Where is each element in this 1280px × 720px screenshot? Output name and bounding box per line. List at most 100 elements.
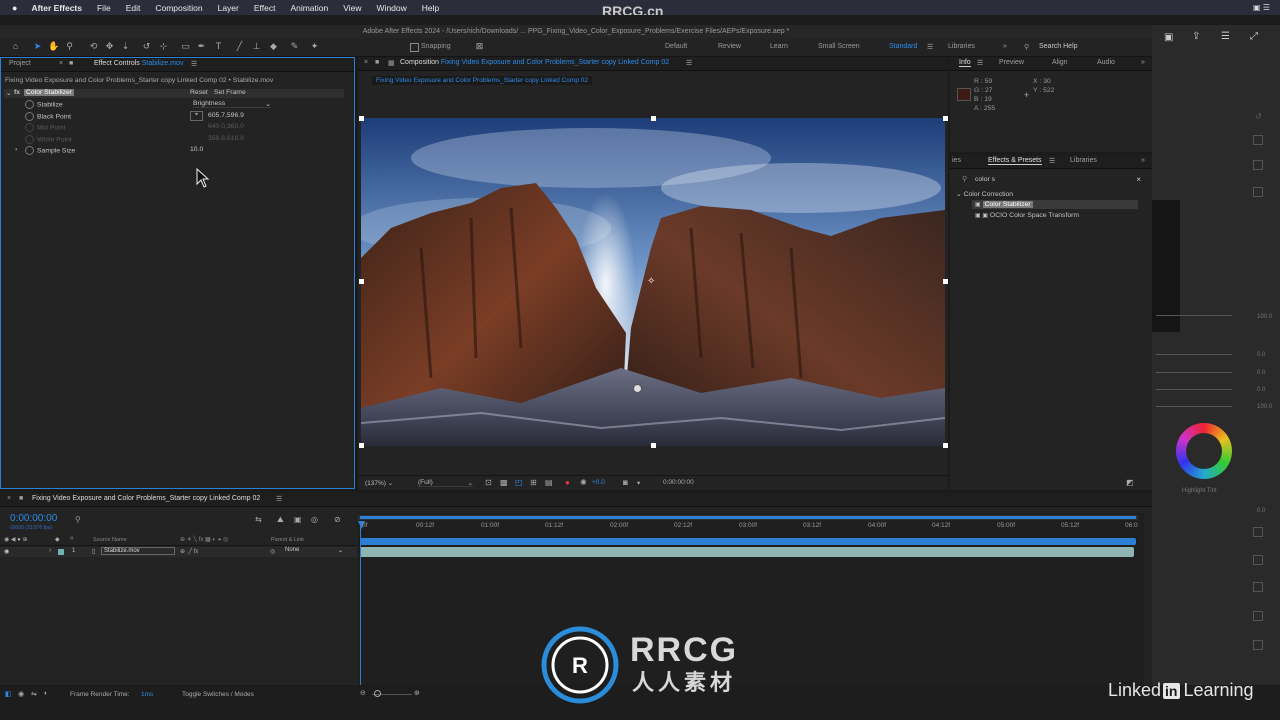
color-wheel[interactable] xyxy=(1176,423,1232,479)
new-folder-icon[interactable]: ◩ xyxy=(1126,478,1134,487)
zoom-out-icon[interactable]: ⊖ xyxy=(360,689,366,697)
workspace-review[interactable]: Review xyxy=(718,43,741,50)
apple-icon[interactable]: ● xyxy=(12,3,17,13)
roto-brush-icon[interactable]: ✎ xyxy=(289,41,300,52)
checkbox[interactable] xyxy=(1253,187,1263,197)
stopwatch-icon[interactable] xyxy=(25,146,34,155)
menu-file[interactable]: File xyxy=(97,3,111,13)
expand-arrow-icon[interactable]: › xyxy=(49,547,51,554)
search-help-input[interactable]: Search Help xyxy=(1039,43,1078,50)
stabilize-dropdown[interactable]: Brightness ⌄ xyxy=(193,100,271,108)
transform-handle[interactable] xyxy=(943,443,948,448)
workspace-default[interactable]: Default xyxy=(665,43,687,50)
close-icon[interactable]: × xyxy=(59,60,63,67)
current-time-display[interactable]: 0:00:00:00 xyxy=(10,513,57,524)
viewer-timecode[interactable]: 0:00:00:00 xyxy=(663,479,694,486)
workspace-small-screen[interactable]: Small Screen xyxy=(818,43,860,50)
work-area-range[interactable] xyxy=(358,538,1138,545)
zoom-slider-thumb[interactable] xyxy=(374,690,381,697)
workspace-standard[interactable]: Standard xyxy=(889,43,917,50)
eraser-icon[interactable]: ◆ xyxy=(268,41,279,52)
sample-size-value[interactable]: 10.0 xyxy=(190,146,203,153)
rotate-tool-icon[interactable]: ↺ xyxy=(141,41,152,52)
stopwatch-icon[interactable] xyxy=(25,112,34,121)
dolly-tool-icon[interactable]: ⇣ xyxy=(120,41,131,52)
color-channels-icon[interactable]: ● xyxy=(565,478,570,487)
share-icon[interactable]: ⇪ xyxy=(1192,31,1200,42)
exposure-value[interactable]: +0.0 xyxy=(592,479,605,486)
menu-view[interactable]: View xyxy=(343,3,361,13)
home-icon[interactable]: ⌂ xyxy=(10,41,21,52)
transform-handle[interactable] xyxy=(943,279,948,284)
effects-search-input[interactable]: color s xyxy=(975,176,995,183)
parent-dropdown[interactable]: None ⌄ xyxy=(285,547,343,555)
tab-preview[interactable]: Preview xyxy=(999,59,1024,66)
effect-item-ocio[interactable]: ▣ ▣ OCIO Color Space Transform xyxy=(975,212,1079,219)
panel-menu-icon[interactable]: ☰ xyxy=(191,60,197,68)
transform-handle[interactable] xyxy=(651,443,656,448)
layer-label-color[interactable] xyxy=(58,549,64,555)
layer-switches-toggle-icon[interactable]: ◧ xyxy=(5,690,12,698)
panel-menu-icon[interactable]: ☰ xyxy=(276,495,282,503)
panel-menu-icon[interactable]: ☰ xyxy=(1049,157,1055,165)
menu-animation[interactable]: Animation xyxy=(290,3,328,13)
panel-menu-icon[interactable]: ☰ xyxy=(686,59,692,67)
workspace-menu-icon[interactable]: ☰ xyxy=(927,43,933,51)
slider-track[interactable] xyxy=(1156,354,1232,355)
pan-tool-icon[interactable]: ✥ xyxy=(104,41,115,52)
anchor-point-icon[interactable]: ✧ xyxy=(647,276,655,287)
menu-layer[interactable]: Layer xyxy=(218,3,239,13)
transform-handle[interactable] xyxy=(359,116,364,121)
transform-handle[interactable] xyxy=(359,443,364,448)
zoom-tool-icon[interactable]: ⚲ xyxy=(64,41,75,52)
expand-arrow-icon[interactable]: › xyxy=(15,146,17,153)
current-time-indicator[interactable] xyxy=(360,521,361,685)
tab-timeline-comp[interactable]: Fixing Video Exposure and Color Problems… xyxy=(32,495,260,502)
work-area-bar[interactable] xyxy=(358,515,1138,520)
more-tabs-icon[interactable]: » xyxy=(1141,157,1145,164)
3d-view-icon[interactable]: ▤ xyxy=(545,478,553,487)
tab-info[interactable]: Info xyxy=(959,59,971,67)
menu-edit[interactable]: Edit xyxy=(126,3,141,13)
comp-subtab[interactable]: Fixing Video Exposure and Color Problems… xyxy=(372,76,592,85)
tab-project[interactable]: Project xyxy=(9,60,31,67)
layer-name[interactable]: Stabilize.mov xyxy=(101,547,175,555)
menu-help[interactable]: Help xyxy=(422,3,439,13)
black-point-value[interactable]: 605.7,596.9 xyxy=(208,112,244,119)
sample-point-marker[interactable] xyxy=(633,384,642,393)
orbit-tool-icon[interactable]: ⟲ xyxy=(88,41,99,52)
snapping-checkbox[interactable] xyxy=(410,43,419,52)
resolution-dropdown[interactable]: (Full) ⌄ xyxy=(418,479,473,487)
slider-track[interactable] xyxy=(1156,372,1232,373)
in-out-toggle-icon[interactable]: ⇋ xyxy=(31,690,37,698)
shape-tool-icon[interactable]: ▭ xyxy=(180,41,191,52)
render-time-icon[interactable]: ◐ xyxy=(44,690,48,697)
puppet-pin-icon[interactable]: ✦ xyxy=(309,41,320,52)
slider-track[interactable] xyxy=(1156,389,1232,390)
layer-row[interactable]: ◉ › 1 ▯ Stabilize.mov ⊕ ╱ fx ◎ None ⌄ xyxy=(0,547,357,557)
layer-duration-bar[interactable] xyxy=(360,547,1134,557)
fx-icon[interactable]: fx xyxy=(14,89,20,96)
toggle-switches-modes[interactable]: Toggle Switches / Modes xyxy=(182,691,254,698)
grid-icon[interactable]: ⊞ xyxy=(530,478,537,487)
transform-handle[interactable] xyxy=(651,116,656,121)
stopwatch-icon[interactable] xyxy=(25,100,34,109)
type-tool-icon[interactable]: T xyxy=(213,41,224,52)
selection-tool-icon[interactable]: ➤ xyxy=(32,41,43,52)
close-icon[interactable]: × xyxy=(364,59,368,66)
slider-track[interactable] xyxy=(1156,315,1232,316)
checkbox[interactable] xyxy=(1253,582,1263,592)
transparency-grid-icon[interactable]: ▩ xyxy=(500,478,508,487)
lock-icon[interactable]: ■ xyxy=(69,60,73,67)
effects-search[interactable]: ⚲ color s × xyxy=(962,175,1146,185)
checkbox[interactable] xyxy=(1253,527,1263,537)
checkbox[interactable] xyxy=(1253,555,1263,565)
effect-name[interactable]: Color Stabilizer xyxy=(24,89,75,96)
more-workspaces-icon[interactable]: » xyxy=(1003,43,1007,50)
lock-icon[interactable]: ■ xyxy=(375,59,379,66)
checkbox[interactable] xyxy=(1253,135,1263,145)
brush-tool-icon[interactable]: ╱ xyxy=(234,41,245,52)
mask-visibility-icon[interactable]: ◰ xyxy=(515,478,523,487)
comp-mini-flowchart-icon[interactable]: ⇆ xyxy=(255,515,262,524)
set-frame-link[interactable]: Set Frame xyxy=(214,89,246,96)
